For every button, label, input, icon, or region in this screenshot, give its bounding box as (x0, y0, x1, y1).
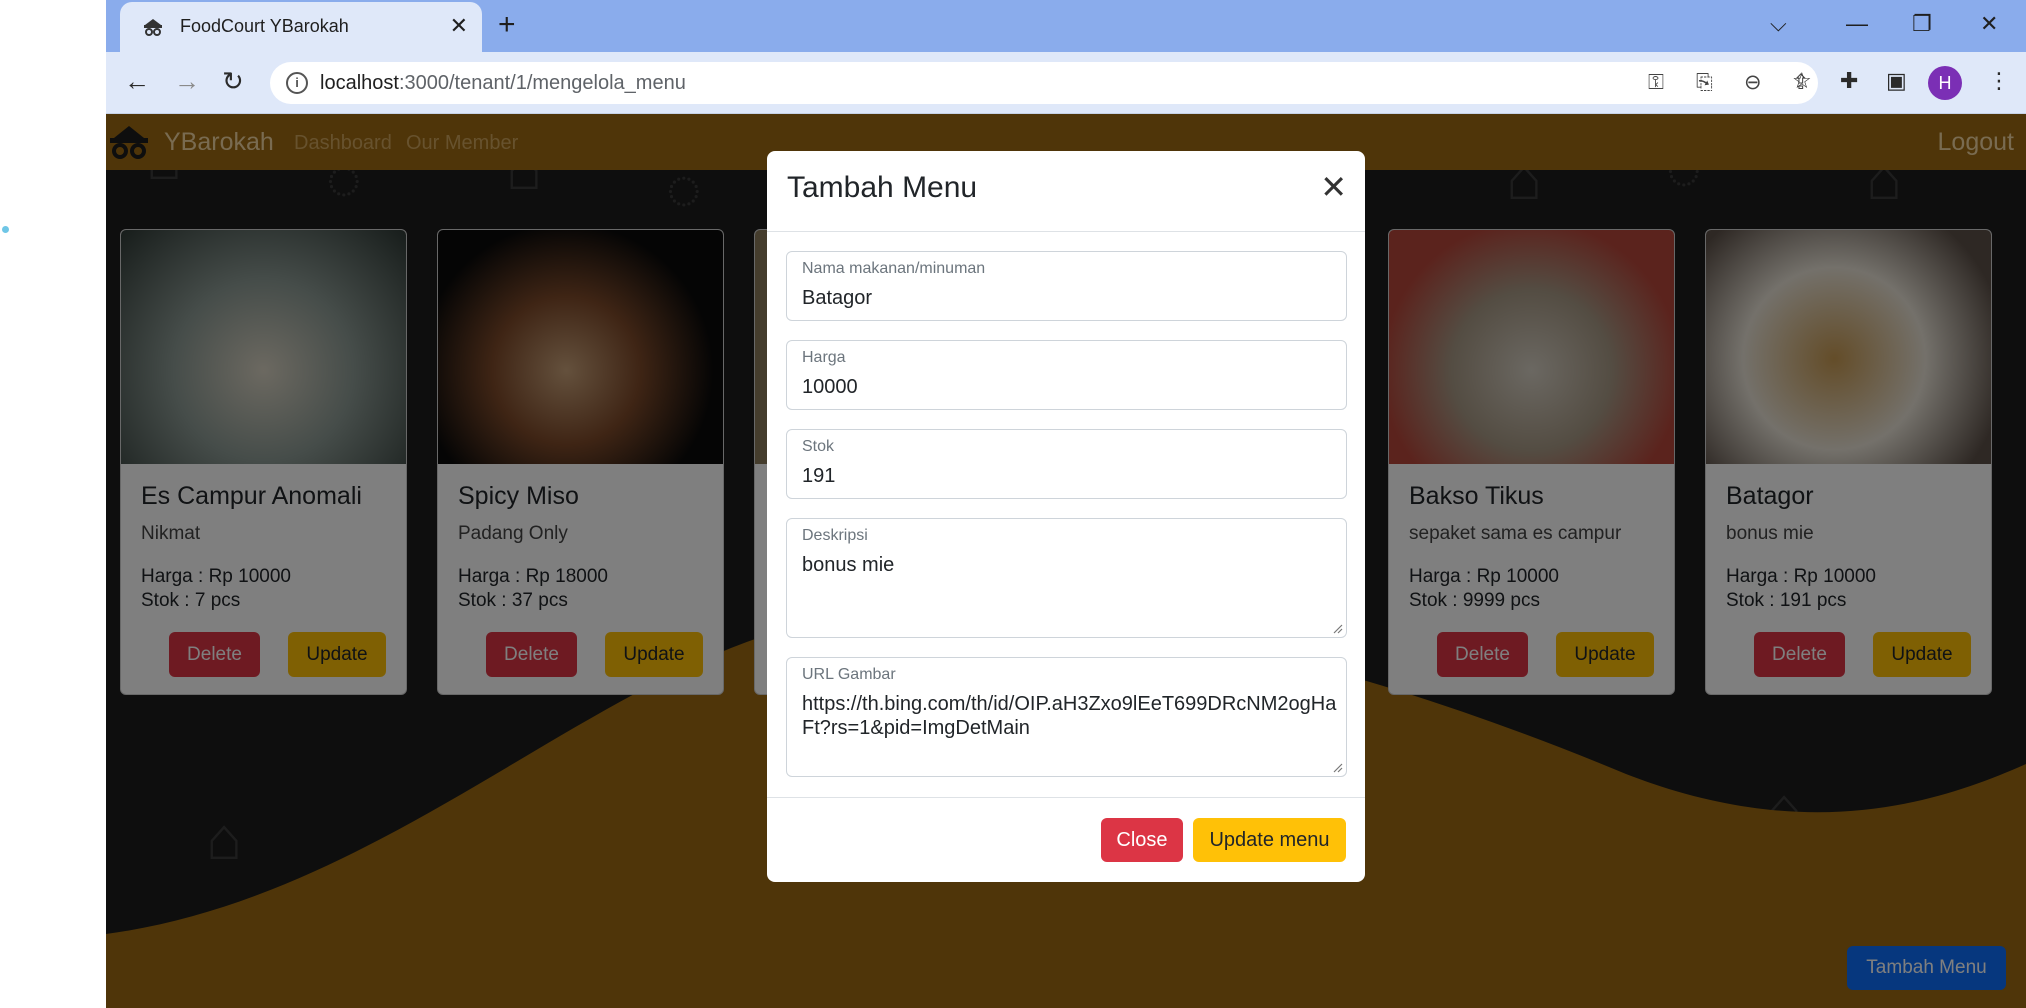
url-gambar-field[interactable]: URL Gambar https://th.bing.com/th/id/OIP… (786, 657, 1347, 777)
forward-icon[interactable]: → (174, 66, 200, 96)
key-icon[interactable]: ⚿ (1648, 72, 1664, 94)
url-gambar-value[interactable]: https://th.bing.com/th/id/OIP.aH3Zxo9lEe… (802, 692, 1337, 740)
deskripsi-field[interactable]: Deskripsi bonus mie (786, 518, 1347, 638)
zoom-icon[interactable]: ⊖ (1744, 72, 1762, 94)
resize-grip-icon[interactable] (1331, 622, 1343, 634)
nama-label: Nama makanan/minuman (802, 260, 986, 277)
nama-value[interactable]: Batagor (802, 286, 1337, 310)
extensions-icon[interactable]: ✚ (1840, 66, 1858, 96)
deskripsi-label: Deskripsi (802, 527, 868, 544)
browser-toolbar: ← → ↻ i localhost:3000/tenant/1/mengelol… (106, 52, 2026, 114)
stok-value[interactable]: 191 (802, 464, 1337, 488)
url-gambar-label: URL Gambar (802, 666, 896, 683)
minimize-icon[interactable]: — (1846, 10, 1868, 38)
tab-title: FoodCourt YBarokah (180, 16, 349, 36)
url-text[interactable]: localhost:3000/tenant/1/mengelola_menu (320, 72, 686, 95)
browser-window: FoodCourt YBarokah ✕ + ⌵ — ❐ ✕ ← → ↻ i l… (106, 0, 2026, 1008)
resize-grip-icon[interactable] (1331, 761, 1343, 773)
address-bar[interactable]: i localhost:3000/tenant/1/mengelola_menu… (270, 62, 1818, 104)
desktop-gutter (0, 0, 106, 1008)
new-tab-button[interactable]: + (498, 8, 516, 42)
translate-icon[interactable]: ⎘ (1696, 72, 1713, 94)
menu-kebab-icon[interactable]: ⋮ (1988, 66, 2010, 96)
update-menu-button[interactable]: Update menu (1193, 818, 1346, 862)
harga-value[interactable]: 10000 (802, 375, 1337, 399)
reload-icon[interactable]: ↻ (222, 66, 244, 96)
modal-title: Tambah Menu (787, 171, 978, 204)
stok-label: Stok (802, 438, 835, 455)
stok-field[interactable]: Stok 191 (786, 429, 1347, 499)
window-close-icon[interactable]: ✕ (1980, 10, 1998, 38)
modal-footer: Close Update menu (767, 797, 1365, 882)
tab-strip: FoodCourt YBarokah ✕ + ⌵ — ❐ ✕ (106, 0, 2026, 52)
restore-icon[interactable]: ❐ (1912, 10, 1932, 38)
nama-field[interactable]: Nama makanan/minuman Batagor (786, 251, 1347, 321)
modal-close-icon[interactable]: ✕ (1320, 169, 1347, 205)
deskripsi-value[interactable]: bonus mie (802, 553, 1337, 577)
spy-favicon-icon (144, 19, 162, 36)
site-info-icon[interactable]: i (286, 72, 308, 94)
tab-close-icon[interactable]: ✕ (450, 12, 468, 40)
cursor-dot (2, 226, 9, 233)
modal-header: Tambah Menu ✕ (767, 151, 1365, 232)
profile-avatar[interactable]: H (1928, 66, 1962, 100)
tab-active[interactable]: FoodCourt YBarokah ✕ (120, 2, 482, 52)
harga-field[interactable]: Harga 10000 (786, 340, 1347, 410)
close-button[interactable]: Close (1101, 818, 1183, 862)
page-content: ⌂ ◌ ⌂ ◌ ⌂ ◌ ⌂ ⌂ ◌ ⌂ YBarokah Dashboard O… (106, 114, 2026, 1008)
back-icon[interactable]: ← (124, 66, 150, 96)
tab-search-chevron-icon[interactable]: ⌵ (1770, 10, 1787, 38)
tambah-menu-modal: Tambah Menu ✕ Nama makanan/minuman Batag… (767, 151, 1365, 882)
harga-label: Harga (802, 349, 846, 366)
bookmark-star-icon[interactable]: ☆ (1792, 66, 1812, 96)
side-panel-icon[interactable]: ▣ (1886, 66, 1907, 96)
